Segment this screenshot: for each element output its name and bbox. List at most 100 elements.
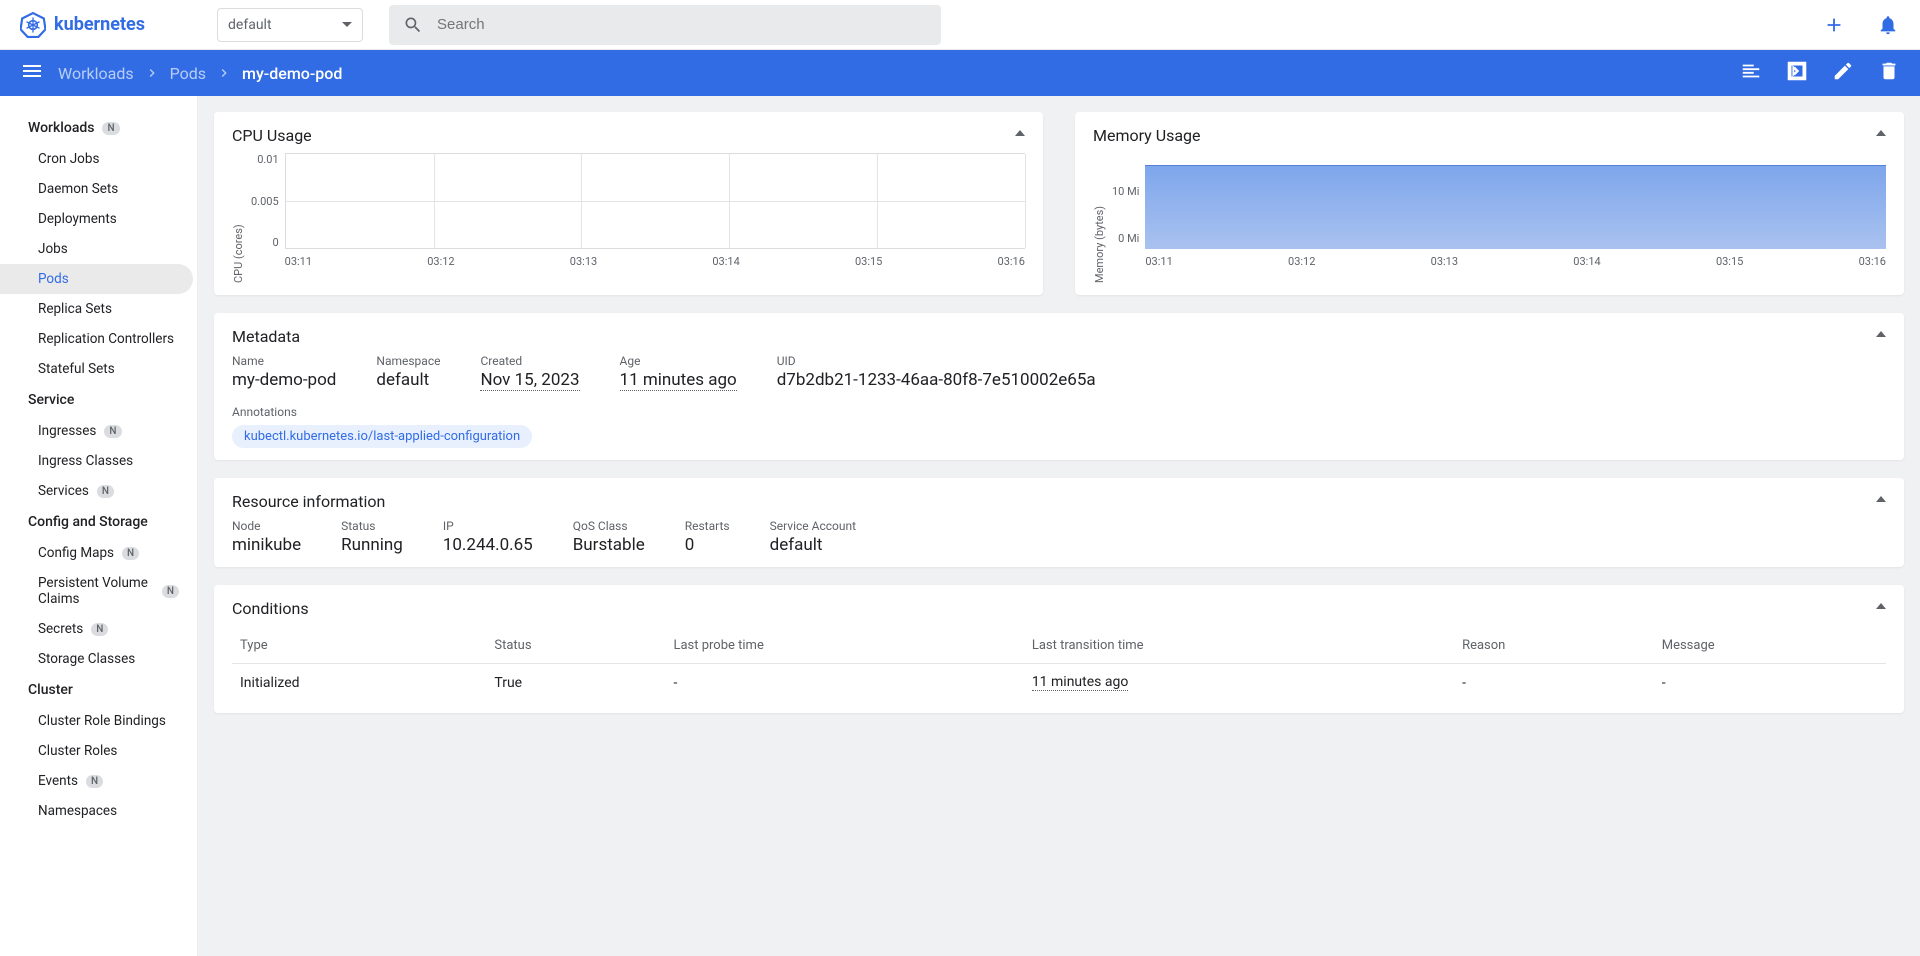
md-age-label: Age [620,354,737,368]
namespace-badge: N [102,122,119,135]
sidebar-item-daemon-sets[interactable]: Daemon Sets [0,174,197,204]
logs-button[interactable] [1740,60,1762,86]
collapse-icon[interactable] [1876,603,1886,609]
search-icon [403,15,423,35]
ri-ip-value: 10.244.0.65 [443,535,533,555]
sidebar-item-label: Ingresses [38,423,96,439]
sidebar-item-label: Jobs [38,241,68,257]
exec-icon [1786,60,1808,82]
cond-th-lpt: Last probe time [665,628,1023,664]
menu-toggle[interactable] [20,59,44,87]
sidebar-section-title[interactable]: Config and Storage [0,506,197,538]
sidebar-item-label: Namespaces [38,803,117,819]
namespace-badge: N [97,485,114,498]
sidebar-item-config-maps[interactable]: Config MapsN [0,538,197,568]
exec-button[interactable] [1786,60,1808,86]
sidebar-item-jobs[interactable]: Jobs [0,234,197,264]
metadata-card: Metadata Namemy-demo-pod Namespacedefaul… [214,313,1904,460]
sidebar-item-ingress-classes[interactable]: Ingress Classes [0,446,197,476]
notifications-button[interactable] [1876,13,1900,37]
sidebar-item-replica-sets[interactable]: Replica Sets [0,294,197,324]
sidebar-section-title[interactable]: Service [0,384,197,416]
memory-chart [1145,153,1886,249]
collapse-icon[interactable] [1015,130,1025,136]
ri-node-label: Node [232,519,301,533]
axis-tick: 0 Mi [1118,232,1139,245]
annotation-chip[interactable]: kubectl.kubernetes.io/last-applied-confi… [232,425,532,448]
delete-button[interactable] [1878,60,1900,86]
cpu-usage-card: CPU Usage CPU (cores) 0.010.0050 03:1103… [214,112,1043,295]
namespace-badge: N [86,775,103,788]
search-box[interactable] [389,5,941,45]
cpu-card-title: CPU Usage [232,126,312,145]
breadcrumb-pods[interactable]: Pods [170,64,206,83]
logo[interactable]: kubernetes [20,12,145,38]
sidebar-item-events[interactable]: EventsN [0,766,197,796]
ri-restarts-value: 0 [685,535,730,555]
sidebar-item-stateful-sets[interactable]: Stateful Sets [0,354,197,384]
md-age-value: 11 minutes ago [620,370,737,391]
sidebar-item-secrets[interactable]: Secrets N [0,614,197,644]
sidebar-item-pods[interactable]: Pods [0,264,193,294]
search-input[interactable] [437,16,927,33]
sidebar-item-ingresses[interactable]: IngressesN [0,416,197,446]
namespace-select[interactable]: default [217,8,363,42]
axis-tick: 03:11 [1145,255,1172,268]
md-created-value: Nov 15, 2023 [480,370,579,391]
collapse-icon[interactable] [1876,331,1886,337]
md-ns-value: default [376,370,440,390]
kubernetes-logo-icon [20,12,46,38]
conditions-title: Conditions [232,599,309,618]
collapse-icon[interactable] [1876,496,1886,502]
axis-tick: 03:14 [1573,255,1600,268]
md-name-value: my-demo-pod [232,370,336,390]
sidebar-item-label: Secrets [38,621,83,637]
namespace-badge: N [91,623,108,636]
axis-tick: 10 Mi [1112,185,1139,198]
resource-info-card: Resource information Nodeminikube Status… [214,478,1904,567]
sidebar-item-label: Cluster Roles [38,743,117,759]
plus-icon [1823,14,1845,36]
axis-tick: 03:15 [855,255,882,268]
cond-lpt: - [665,664,1023,702]
sidebar-item-cron-jobs[interactable]: Cron Jobs [0,144,197,174]
ri-node-value[interactable]: minikube [232,535,301,555]
sidebar-item-label: Services [38,483,89,499]
table-row: InitializedTrue-11 minutes ago-- [232,664,1886,702]
cond-message: - [1654,664,1886,702]
cond-ltt: 11 minutes ago [1024,664,1454,702]
axis-tick: 03:15 [1716,255,1743,268]
cond-th-status: Status [486,628,665,664]
sidebar-section-title[interactable]: WorkloadsN [0,112,197,144]
sidebar-section-title[interactable]: Cluster [0,674,197,706]
collapse-icon[interactable] [1876,130,1886,136]
breadcrumb-current: my-demo-pod [242,64,342,83]
app-name: kubernetes [54,14,145,35]
sidebar-item-label: Replica Sets [38,301,112,317]
breadcrumb-workloads[interactable]: Workloads [58,64,134,83]
md-name-label: Name [232,354,336,368]
sidebar-item-label: Persistent Volume Claims [38,575,154,607]
edit-button[interactable] [1832,60,1854,86]
sidebar-item-storage-classes[interactable]: Storage Classes [0,644,197,674]
sidebar-item-namespaces[interactable]: Namespaces [0,796,197,826]
sidebar-item-deployments[interactable]: Deployments [0,204,197,234]
md-uid-label: UID [777,354,1096,368]
cpu-chart [285,153,1025,249]
md-created-label: Created [480,354,579,368]
sidebar-item-label: Cluster Role Bindings [38,713,166,729]
ri-sa-value[interactable]: default [770,535,856,555]
sidebar-item-label: Cron Jobs [38,151,99,167]
sidebar: WorkloadsN Cron Jobs Daemon SetsDeployment… [0,96,198,956]
trash-icon [1878,60,1900,82]
sidebar-item-cluster-roles[interactable]: Cluster Roles [0,736,197,766]
sidebar-item-persistent-volume-claims[interactable]: Persistent Volume ClaimsN [0,568,197,614]
sidebar-item-replication-controllers[interactable]: Replication Controllers [0,324,197,354]
ri-sa-label: Service Account [770,519,856,533]
bell-icon [1877,14,1899,36]
create-button[interactable] [1822,13,1846,37]
md-uid-value: d7b2db21-1233-46aa-80f8-7e510002e65a [777,370,1096,390]
namespace-badge: N [122,547,139,560]
sidebar-item-services[interactable]: Services N [0,476,197,506]
sidebar-item-cluster-role-bindings[interactable]: Cluster Role Bindings [0,706,197,736]
